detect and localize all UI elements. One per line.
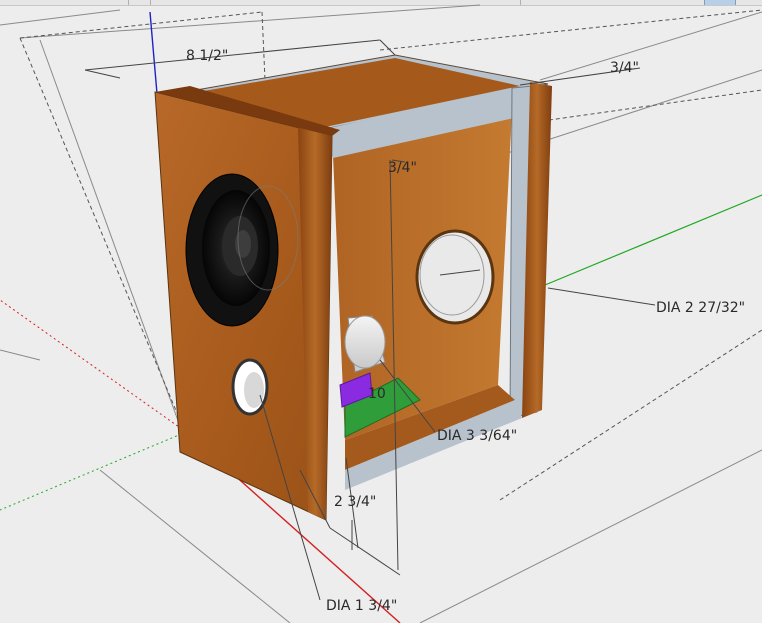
internal-port-diameter-label: DIA 3 3/64" xyxy=(437,428,517,444)
width-dimension-label: 8 1/2" xyxy=(186,48,228,64)
rear-port-hole[interactable] xyxy=(415,229,495,325)
model-canvas[interactable]: 10 8 1/2" 3/4" 3/4" DIA 2 27/32" DIA 3 3… xyxy=(0,0,762,623)
top-offset-label: 3/4" xyxy=(388,160,417,176)
top-thickness-label: 3/4" xyxy=(610,60,639,76)
front-port-diameter-label: DIA 1 3/4" xyxy=(326,598,397,614)
modeling-viewport[interactable]: 10 8 1/2" 3/4" 3/4" DIA 2 27/32" DIA 3 3… xyxy=(0,0,762,623)
bottom-offset-label: 2 3/4" xyxy=(334,494,376,510)
green-axis xyxy=(544,194,762,286)
green-axis-dotted xyxy=(0,431,187,511)
front-port-hole-shadow xyxy=(244,372,264,408)
rear-port-diameter-label: DIA 2 27/32" xyxy=(656,300,745,316)
small-dimension-label: 10 xyxy=(368,386,386,402)
